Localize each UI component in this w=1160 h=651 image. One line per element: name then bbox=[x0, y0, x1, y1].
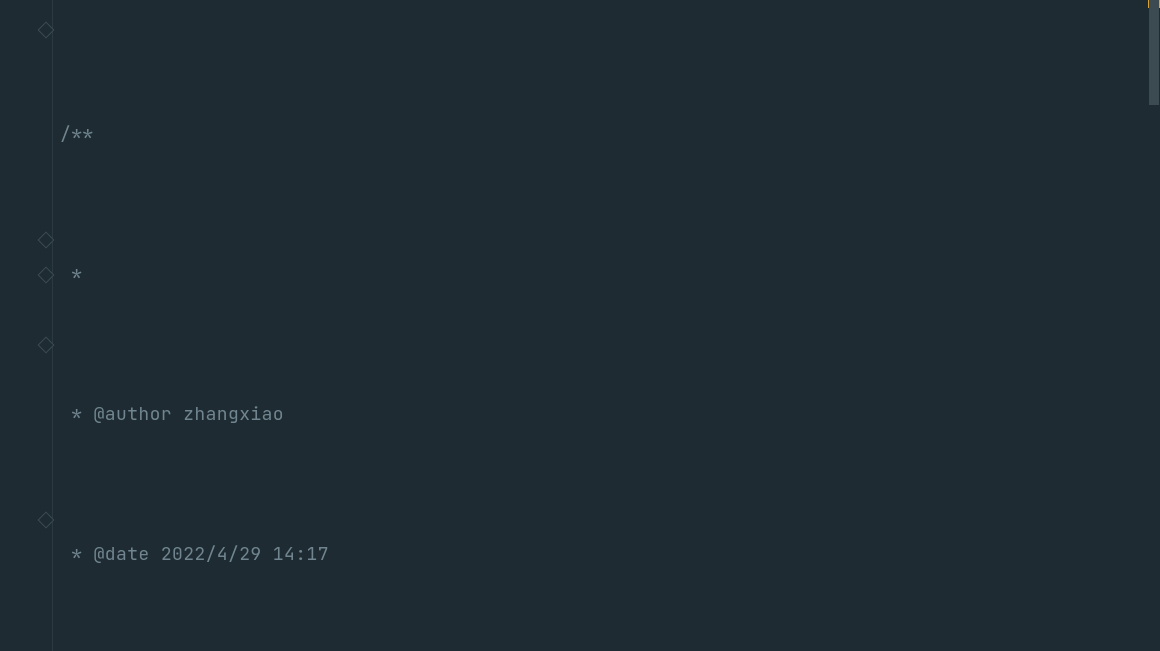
scrollbar-thumb[interactable] bbox=[1149, 0, 1159, 105]
code-editor[interactable]: /** * * @author zhangxiao * @date 2022/4… bbox=[0, 0, 1160, 651]
scrollbar-vertical[interactable] bbox=[1148, 0, 1160, 651]
code-line[interactable]: * @date 2022/4/29 14:17 bbox=[52, 537, 1148, 572]
code-line[interactable]: /** bbox=[52, 117, 1148, 152]
comment-open: /** bbox=[60, 123, 94, 146]
code-line[interactable]: * @author zhangxiao bbox=[52, 397, 1148, 432]
comment-author: zhangxiao bbox=[183, 403, 284, 426]
comment-date-tag: * @date bbox=[60, 543, 161, 566]
gutter bbox=[0, 0, 53, 651]
comment-blank: * bbox=[60, 263, 82, 286]
comment-date: 2022/4/29 14:17 bbox=[161, 543, 329, 566]
code-area[interactable]: /** * * @author zhangxiao * @date 2022/4… bbox=[52, 0, 1148, 651]
comment-author-tag: * @author bbox=[60, 403, 183, 426]
code-line[interactable]: * bbox=[52, 257, 1148, 292]
